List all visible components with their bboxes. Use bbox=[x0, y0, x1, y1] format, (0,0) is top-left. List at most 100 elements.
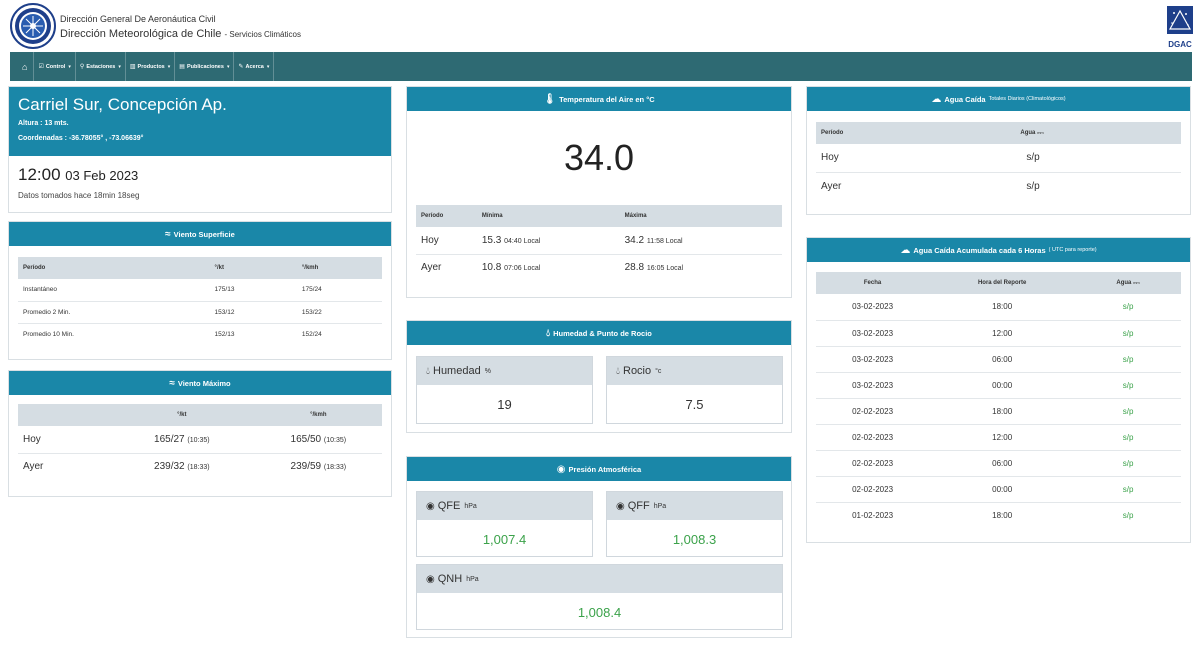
humidity-unit: % bbox=[484, 367, 491, 375]
chevron-down-icon: ▾ bbox=[167, 63, 171, 70]
cell-max-value: 28.8 bbox=[624, 262, 645, 274]
rain-daily-card: ☁︎ Agua Caída Totales Diarios (Climatoló… bbox=[806, 86, 1191, 215]
col-agua-unit: mm bbox=[1133, 280, 1140, 285]
temperature-current: 34.0 bbox=[563, 137, 635, 178]
cell-agua: s/p bbox=[1075, 294, 1181, 321]
station-coords: Coordenadas : -36.78055° , -73.06639° bbox=[18, 135, 144, 142]
col-kmh: °/kmh bbox=[301, 257, 382, 279]
qfe-label-text: QFE bbox=[437, 500, 461, 512]
cell-fecha: 02-02-2023 bbox=[816, 476, 930, 503]
wind-max-table: °/kt °/kmh Hoy 165/27 (10:35) 165/50 (10… bbox=[18, 404, 382, 480]
cell-agua: s/p bbox=[1075, 372, 1181, 399]
rain-daily-title-label: Agua Caída bbox=[944, 94, 986, 104]
col-hora: Hora del Reporte bbox=[929, 272, 1076, 294]
cell-kt-value: 165/27 bbox=[154, 433, 185, 445]
bar-chart-icon: ▥ bbox=[129, 64, 136, 70]
table-row: 03-02-2023 06:00 s/p bbox=[816, 346, 1181, 373]
wind-icon: ≈ bbox=[169, 377, 175, 389]
cell-hora: 12:00 bbox=[929, 424, 1076, 451]
cell-min-time: 07:06 Local bbox=[504, 265, 541, 273]
qfe-box: ◉ QFE hPa 1,007.4 bbox=[416, 491, 593, 557]
col-empty bbox=[18, 404, 109, 426]
cell-hora: 18:00 bbox=[992, 510, 1013, 520]
cell-agua: s/p bbox=[1075, 320, 1181, 347]
cell-periodo: Hoy bbox=[816, 144, 1021, 173]
nav-acerca-label: Acerca bbox=[245, 63, 264, 70]
table-row: 02-02-2023 12:00 s/p bbox=[816, 424, 1181, 451]
humidity-box: 💧︎ Humedad % 19 bbox=[416, 356, 593, 424]
cell-fecha: 03-02-2023 bbox=[816, 320, 930, 347]
thermometer-icon: 🌡︎ bbox=[543, 93, 557, 105]
dgac-logo[interactable]: DGAC bbox=[1166, 5, 1194, 49]
wind-max-title-label: Viento Máximo bbox=[177, 378, 231, 388]
qff-box: ◉ QFF hPa 1,008.3 bbox=[606, 491, 783, 557]
chevron-down-icon: ▾ bbox=[226, 63, 230, 70]
nav-control-label: Control bbox=[45, 63, 66, 70]
gauge-icon: ◉ bbox=[426, 573, 435, 585]
cell-kmh: 239/59 (18:33) bbox=[255, 453, 382, 480]
cell-kt-value: 239/32 bbox=[154, 461, 185, 473]
nav-acerca[interactable]: ✎ Acerca ▾ bbox=[234, 52, 275, 81]
wind-max-title: ≈ Viento Máximo bbox=[9, 371, 391, 395]
table-row: Promedio 10 Min. 152/13 152/24 bbox=[18, 323, 382, 345]
col-periodo: Período bbox=[416, 205, 482, 227]
cell-periodo: Promedio 10 Min. bbox=[23, 330, 74, 338]
col-agua-label: Agua bbox=[1116, 280, 1132, 286]
dgac-emblem-icon bbox=[1167, 6, 1193, 34]
qfe-value: 1,007.4 bbox=[482, 531, 527, 547]
dewpoint-label: 💧︎ Rocio °c bbox=[607, 357, 782, 385]
station-time-block: 12:00 03 Feb 2023 Datos tomados hace 18m… bbox=[9, 156, 391, 209]
wind-max-card: ≈ Viento Máximo °/kt °/kmh Hoy 165/27 (1… bbox=[8, 370, 392, 497]
table-row: Instantáneo 175/13 175/24 bbox=[18, 279, 382, 302]
gauge-icon: ◉ bbox=[616, 500, 625, 512]
chevron-down-icon: ▾ bbox=[68, 63, 71, 70]
wind-surface-title: ≈ Viento Superficie bbox=[9, 222, 391, 246]
humidity-label-text: Humedad bbox=[433, 365, 481, 377]
nav-control[interactable]: ☑ Control ▾ bbox=[34, 52, 76, 81]
cell-min-time: 04:40 Local bbox=[504, 237, 541, 245]
qnh-value: 1,008.4 bbox=[577, 604, 622, 620]
station-card: Carriel Sur, Concepción Ap. Altura : 13 … bbox=[8, 86, 392, 213]
cell-label: Ayer bbox=[23, 461, 44, 473]
cell-hora: 06:00 bbox=[929, 346, 1076, 373]
rain-daily-title: ☁︎ Agua Caída Totales Diarios (Climatoló… bbox=[807, 87, 1190, 111]
dewpoint-unit: °c bbox=[655, 367, 662, 375]
chevron-down-icon: ▾ bbox=[266, 63, 270, 70]
nav-publicaciones[interactable]: ▤ Publicaciones ▾ bbox=[175, 52, 235, 81]
station-altura: Altura : 13 mts. bbox=[18, 120, 69, 127]
cell-kt: 239/32 (18:33) bbox=[109, 453, 255, 480]
station-date: 03 Feb 2023 bbox=[65, 168, 139, 183]
cell-agua: s/p bbox=[1075, 476, 1181, 503]
cell-fecha: 03-02-2023 bbox=[816, 294, 930, 321]
cloud-rain-icon: ☁︎ bbox=[900, 244, 911, 256]
cell-fecha: 02-02-2023 bbox=[816, 398, 930, 425]
cell-kt-time: (18:33) bbox=[187, 464, 210, 472]
pressure-title-label: Presión Atmosférica bbox=[568, 464, 642, 474]
table-row: 02-02-2023 18:00 s/p bbox=[816, 398, 1181, 425]
org-name-dmc: Dirección Meteorológica de Chile - Servi… bbox=[60, 28, 301, 40]
temperature-table: Período Mínima Máxima Hoy 15.3 04:40 Loc… bbox=[416, 205, 782, 281]
qnh-label-text: QNH bbox=[437, 573, 463, 585]
chevron-down-icon: ▾ bbox=[118, 63, 121, 70]
dmc-logo-icon[interactable] bbox=[10, 3, 56, 49]
cell-min-value: 10.8 bbox=[481, 262, 502, 274]
nav-publicaciones-label: Publicaciones bbox=[186, 63, 224, 70]
nav-estaciones[interactable]: ⚲ Estaciones ▾ bbox=[76, 52, 126, 81]
cell-agua: s/p bbox=[1075, 450, 1181, 477]
org-name-dmc-label: Dirección Meteorológica de Chile bbox=[60, 28, 222, 40]
humidity-card: 💧︎ Humedad & Punto de Rocio 💧︎ Humedad %… bbox=[406, 320, 792, 433]
cell-periodo: Ayer bbox=[821, 180, 842, 192]
dewpoint-label-text: Rocio bbox=[623, 365, 652, 377]
cell-kmh: 153/22 bbox=[301, 301, 382, 324]
cell-agua: s/p bbox=[1075, 346, 1181, 373]
table-header-row: Período Agua mm bbox=[816, 122, 1181, 144]
cell-kmh: 152/24 bbox=[301, 330, 322, 338]
nav-productos[interactable]: ▥ Productos ▾ bbox=[126, 52, 176, 81]
table-row: 01-02-2023 18:00 s/p bbox=[816, 502, 1181, 528]
humidity-label: 💧︎ Humedad % bbox=[417, 357, 592, 385]
cell-kmh-time: (18:33) bbox=[323, 464, 347, 472]
cell-max: 28.8 16:05 Local bbox=[625, 254, 782, 281]
rain-6h-card: ☁︎ Agua Caída Acumulada cada 6 Horas ( U… bbox=[806, 237, 1191, 543]
nav-home-button[interactable]: ⌂ bbox=[16, 52, 35, 81]
cell-periodo: Instantáneo bbox=[18, 279, 215, 302]
